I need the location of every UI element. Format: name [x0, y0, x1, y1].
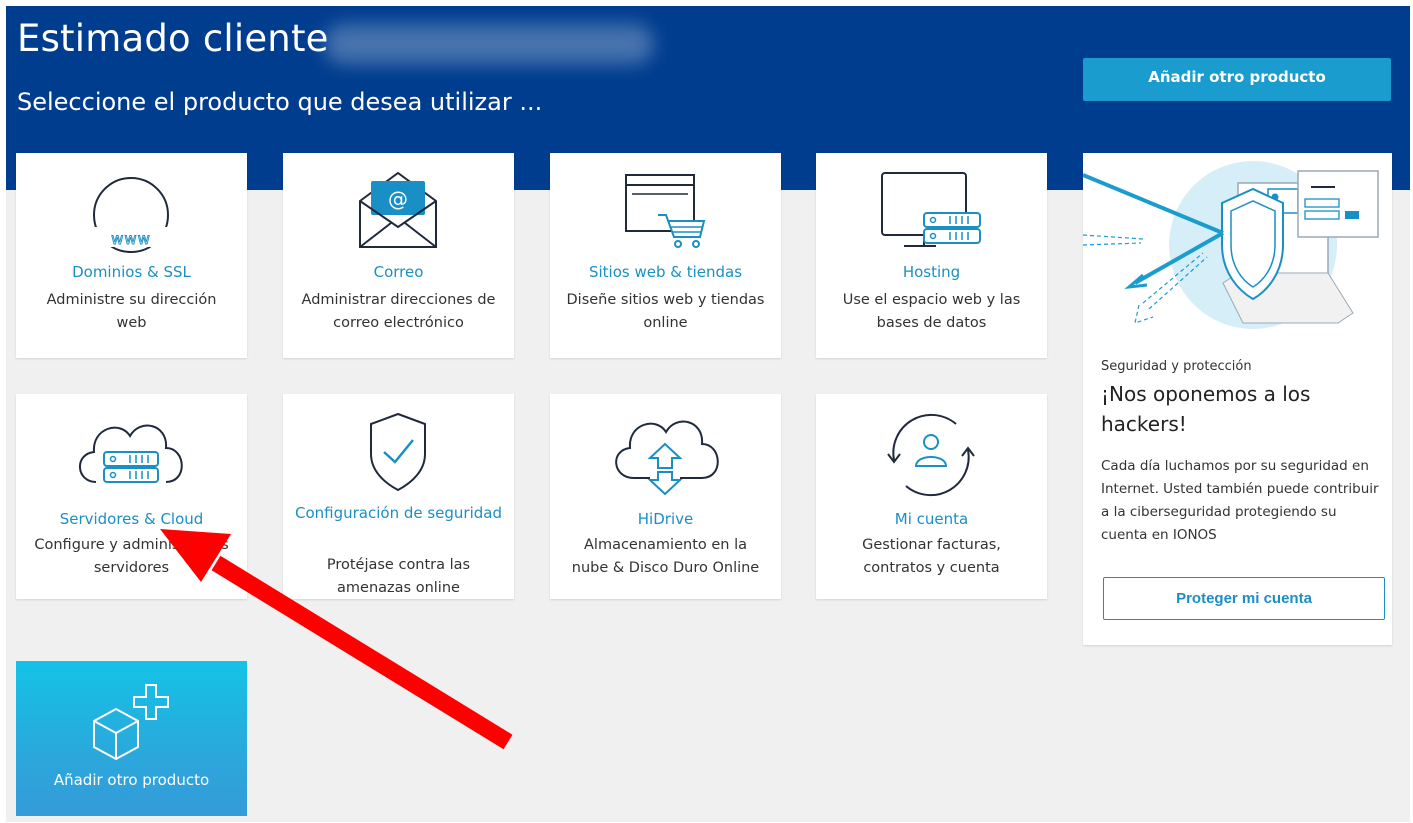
product-tile-security[interactable]: Configuración de seguridad Protéjase con… — [283, 394, 514, 599]
promo-body: Cada día luchamos por su seguridad en In… — [1101, 458, 1379, 543]
product-tile-websites[interactable]: Sitios web & tiendas Diseñe sitios web y… — [550, 153, 781, 358]
product-tile-domains[interactable]: www Dominios & SSL Administre su direcci… — [16, 153, 247, 358]
tile-title: Correo — [373, 263, 424, 281]
cloud-server-icon — [79, 424, 183, 483]
tile-description: Almacenamiento en la nube & Disco Duro O… — [571, 537, 760, 576]
cloud-upload-icon — [615, 420, 719, 496]
product-tile-servers[interactable]: Servidores & Cloud Configure y administr… — [16, 394, 247, 599]
tile-title: Hosting — [902, 263, 961, 281]
protect-account-button[interactable]: Proteger mi cuenta — [1103, 577, 1385, 620]
svg-text:@: @ — [388, 187, 408, 211]
add-product-tile[interactable]: Añadir otro producto — [16, 661, 247, 816]
tile-title: Sitios web & tiendas — [588, 263, 743, 281]
security-promo-card: Seguridad y protección ¡Nos oponemos a l… — [1083, 153, 1392, 645]
website-cart-icon — [625, 174, 706, 248]
tile-title: Configuración de seguridad — [294, 504, 503, 522]
product-tile-hosting[interactable]: Hosting Use el espacio web y las bases d… — [816, 153, 1047, 358]
user-cycle-icon — [887, 413, 975, 497]
tile-title: Mi cuenta — [894, 510, 969, 528]
tile-description: Configure y administre sus servidores — [34, 537, 229, 576]
www-globe-icon: www — [86, 177, 176, 253]
promo-headline: ¡Nos oponemos a los hackers! — [1101, 382, 1311, 436]
page-subtitle: Seleccione el producto que desea utiliza… — [17, 88, 543, 116]
add-tile-label: Añadir otro producto — [53, 771, 210, 789]
tile-description: Use el espacio web y las bases de datos — [842, 292, 1021, 331]
tile-description: Protéjase contra las amenazas online — [326, 557, 471, 596]
tile-description: Administre su dirección web — [46, 292, 217, 331]
box-plus-icon — [93, 684, 169, 761]
monitor-server-icon — [881, 172, 981, 247]
product-tile-mail[interactable]: @ Correo Administrar direcciones de corr… — [283, 153, 514, 358]
product-tile-account[interactable]: Mi cuenta Gestionar facturas, contratos … — [816, 394, 1047, 599]
product-dashboard: Estimado cliente Seleccione el producto … — [6, 6, 1410, 822]
product-tile-hidrive[interactable]: HiDrive Almacenamiento en la nube & Disc… — [550, 394, 781, 599]
tile-description: Gestionar facturas, contratos y cuenta — [862, 537, 1001, 576]
tile-description: Administrar direcciones de correo electr… — [301, 292, 496, 331]
shield-check-icon — [370, 412, 426, 492]
tile-title: HiDrive — [637, 510, 694, 528]
envelope-icon: @ — [359, 171, 437, 248]
redacted-customer-name — [324, 24, 654, 64]
tile-title: Dominios & SSL — [72, 263, 191, 281]
tile-title: Servidores & Cloud — [59, 510, 204, 528]
svg-text:www: www — [111, 230, 151, 248]
tile-description: Diseñe sitios web y tiendas online — [566, 292, 765, 331]
promo-kicker: Seguridad y protección — [1101, 359, 1252, 374]
add-product-button[interactable]: Añadir otro producto — [1083, 58, 1391, 101]
greeting-title: Estimado cliente — [17, 17, 329, 60]
security-illustration — [1083, 161, 1379, 329]
